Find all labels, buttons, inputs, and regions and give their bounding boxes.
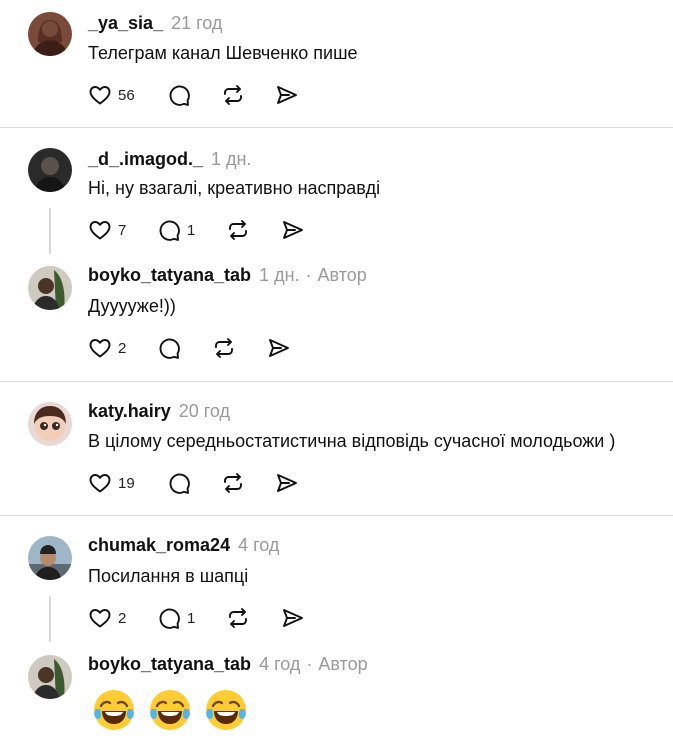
comment-bubble-icon	[167, 471, 191, 495]
reply-button[interactable]: 1	[157, 605, 195, 631]
like-count: 56	[118, 86, 135, 104]
avatar[interactable]	[28, 402, 72, 446]
comment-bubble-icon	[167, 83, 191, 107]
send-icon	[275, 83, 299, 107]
comment-text: Дууууже!))	[88, 296, 176, 316]
avatar[interactable]	[28, 12, 72, 56]
comment-header: katy.hairy 20 год	[88, 400, 230, 422]
repost-button[interactable]	[226, 217, 250, 243]
username[interactable]: boyko_tatyana_tab	[88, 265, 251, 285]
like-button[interactable]: 19	[88, 470, 135, 496]
reply-count: 1	[187, 221, 196, 239]
heart-icon	[88, 471, 112, 495]
share-button[interactable]	[281, 605, 305, 631]
separator: ·	[305, 265, 312, 285]
share-button[interactable]	[267, 335, 291, 361]
comment-bubble-icon	[157, 336, 181, 360]
send-icon	[281, 218, 305, 242]
reply-button[interactable]	[167, 470, 191, 496]
send-icon	[275, 471, 299, 495]
divider	[0, 515, 673, 516]
repost-icon	[226, 606, 250, 630]
send-icon	[267, 336, 291, 360]
heart-icon	[88, 83, 112, 107]
divider	[0, 381, 673, 382]
repost-button[interactable]	[212, 335, 236, 361]
share-button[interactable]	[275, 82, 299, 108]
username[interactable]: _d_.imagod._	[88, 149, 203, 169]
timestamp[interactable]: 21 год	[171, 13, 222, 33]
heart-icon	[88, 218, 112, 242]
repost-icon	[221, 471, 245, 495]
repost-icon	[226, 218, 250, 242]
username[interactable]: boyko_tatyana_tab	[88, 654, 251, 674]
avatar[interactable]	[28, 148, 72, 192]
comment-header: _ya_sia_ 21 год	[88, 12, 222, 34]
timestamp[interactable]: 20 год	[179, 401, 230, 421]
like-button[interactable]: 2	[88, 605, 126, 631]
heart-icon	[88, 606, 112, 630]
reply-button[interactable]: 1	[157, 217, 195, 243]
comment-bubble-icon	[157, 606, 181, 630]
face-with-tears-of-joy-icon	[148, 688, 192, 732]
comment-header: _d_.imagod._ 1 дн.	[88, 148, 252, 170]
like-count: 2	[118, 609, 127, 627]
repost-button[interactable]	[221, 470, 245, 496]
like-button[interactable]: 2	[88, 335, 126, 361]
comment-header: boyko_tatyana_tab 4 год · Автор	[88, 653, 368, 675]
timestamp[interactable]: 4 год	[259, 654, 300, 674]
repost-button[interactable]	[221, 82, 245, 108]
reply-button[interactable]	[167, 82, 191, 108]
avatar[interactable]	[28, 655, 72, 699]
reply-count: 1	[187, 609, 196, 627]
share-button[interactable]	[275, 470, 299, 496]
share-button[interactable]	[281, 217, 305, 243]
comment-text: Ні, ну взагалі, креативно насправді	[88, 178, 381, 198]
send-icon	[281, 606, 305, 630]
timestamp[interactable]: 4 год	[238, 535, 279, 555]
like-count: 7	[118, 221, 127, 239]
like-count: 19	[118, 474, 135, 492]
comment-bubble-icon	[157, 218, 181, 242]
like-button[interactable]: 56	[88, 82, 135, 108]
face-with-tears-of-joy-icon	[204, 688, 248, 732]
separator: ·	[306, 654, 313, 674]
thread-line	[49, 208, 51, 254]
comment-text: Посилання в шапці	[88, 566, 249, 586]
thread-line	[49, 596, 51, 642]
author-badge: Автор	[318, 654, 368, 674]
emoji-row	[92, 688, 262, 732]
like-count: 2	[118, 339, 127, 357]
like-button[interactable]: 7	[88, 217, 126, 243]
avatar[interactable]	[28, 266, 72, 310]
repost-button[interactable]	[226, 605, 250, 631]
divider	[0, 127, 673, 128]
comment-text: Телеграм канал Шевченко пише	[88, 43, 358, 63]
timestamp[interactable]: 1 дн.	[211, 149, 251, 169]
face-with-tears-of-joy-icon	[92, 688, 136, 732]
comment-header: chumak_roma24 4 год	[88, 534, 279, 556]
username[interactable]: chumak_roma24	[88, 535, 230, 555]
author-badge: Автор	[317, 265, 367, 285]
username[interactable]: _ya_sia_	[88, 13, 163, 33]
heart-icon	[88, 336, 112, 360]
repost-icon	[221, 83, 245, 107]
timestamp[interactable]: 1 дн.	[259, 265, 299, 285]
username[interactable]: katy.hairy	[88, 401, 171, 421]
comment-header: boyko_tatyana_tab 1 дн. · Автор	[88, 264, 367, 286]
repost-icon	[212, 336, 236, 360]
reply-button[interactable]	[157, 335, 181, 361]
avatar[interactable]	[28, 536, 72, 580]
comment-text: В цілому середньостатистична відповідь с…	[88, 431, 616, 451]
